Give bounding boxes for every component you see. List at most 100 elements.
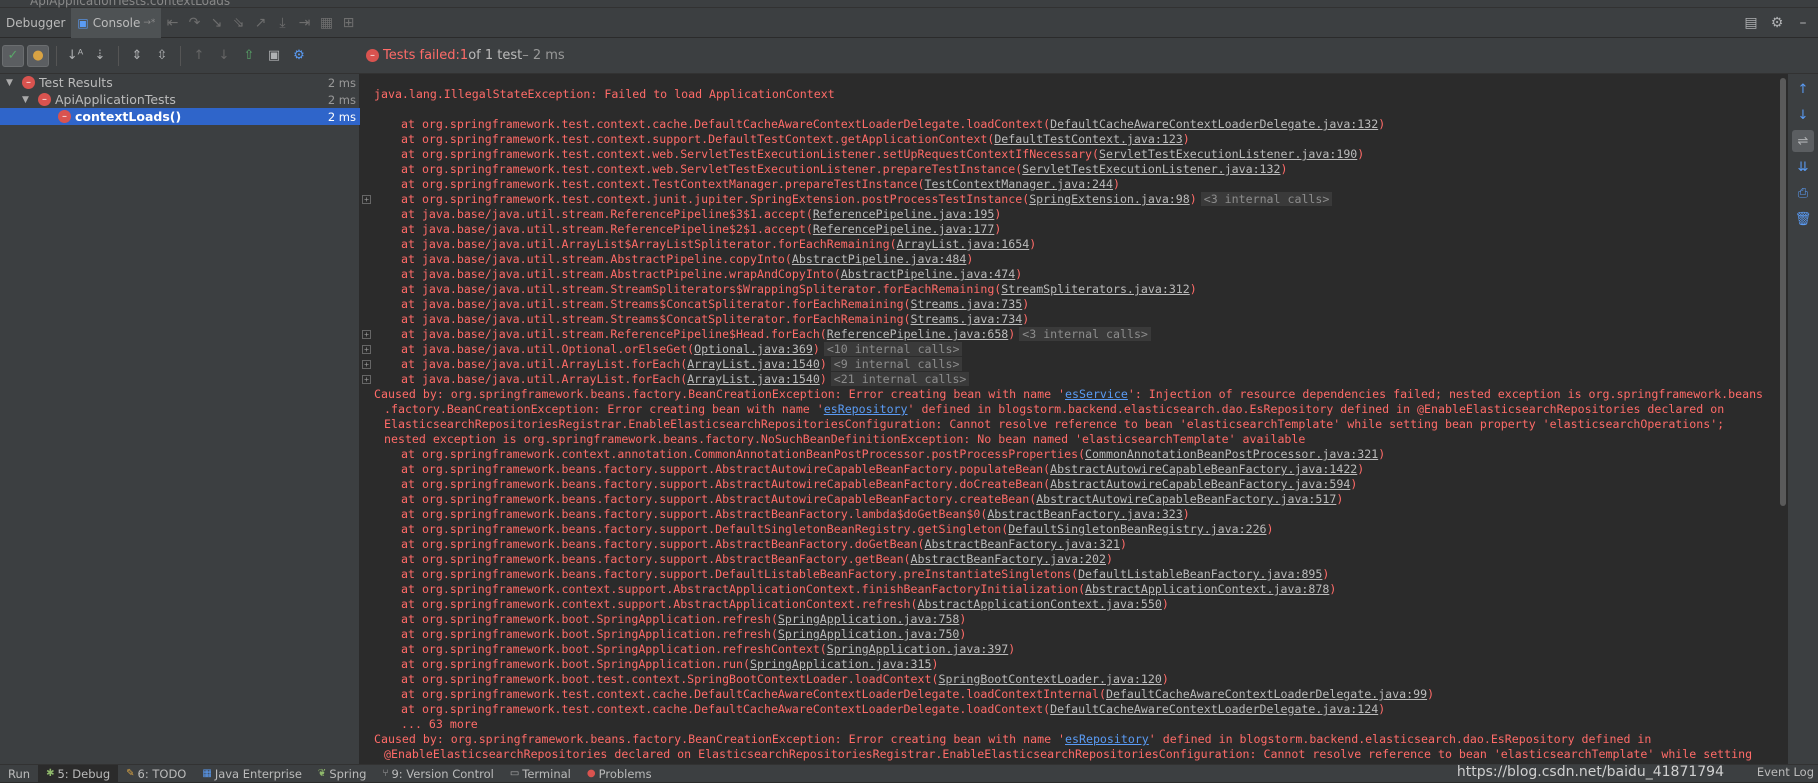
soft-wrap-icon[interactable]: ⇌ (1792, 130, 1814, 152)
force-step-into-icon[interactable]: ⇘ (227, 12, 249, 34)
fold-toggle-icon[interactable]: + (362, 375, 371, 384)
fold-toggle-icon[interactable]: + (362, 345, 371, 354)
source-file-link[interactable]: AbstractBeanFactory.java:202 (911, 552, 1106, 566)
export-results-button[interactable]: ⇧ (238, 45, 260, 67)
source-file-link[interactable]: StreamSpliterators.java:312 (1001, 282, 1189, 296)
show-ignored-button[interactable]: ● (27, 44, 49, 67)
source-file-link[interactable]: DefaultCacheAwareContextLoaderDelegate.j… (1106, 687, 1427, 701)
step-out-icon[interactable]: ↗ (249, 12, 271, 34)
source-file-link[interactable]: TestContextManager.java:244 (925, 177, 1113, 191)
sort-duration-button[interactable]: ⇣ (89, 45, 111, 67)
internal-calls-link[interactable]: <3 internal calls> (1200, 192, 1333, 206)
bottom-tab-run[interactable]: Run (0, 765, 38, 783)
source-file-link[interactable]: DefaultSingletonBeanRegistry.java:226 (1008, 522, 1266, 536)
tree-row-class[interactable]: ▼ – ApiApplicationTests 2 ms (0, 91, 360, 108)
source-file-link[interactable]: DefaultTestContext.java:123 (994, 132, 1182, 146)
source-file-link[interactable]: SpringApplication.java:397 (827, 642, 1008, 656)
trace-icon[interactable]: ⊞ (337, 12, 359, 34)
minimize-icon[interactable]: – (1792, 12, 1814, 34)
source-file-link[interactable]: ReferencePipeline.java:195 (813, 207, 994, 221)
source-file-link[interactable]: AbstractAutowireCapableBeanFactory.java:… (1036, 492, 1336, 506)
sort-alpha-button[interactable]: ↓ᴬ (64, 45, 86, 67)
event-log-button[interactable]: Event Log (1757, 765, 1814, 779)
source-file-link[interactable]: ReferencePipeline.java:658 (827, 327, 1008, 341)
bottom-tab-java-enterprise[interactable]: ▦ Java Enterprise (194, 765, 310, 783)
source-file-link[interactable]: AbstractApplicationContext.java:878 (1085, 582, 1329, 596)
source-file-link[interactable]: AbstractAutowireCapableBeanFactory.java:… (1050, 462, 1357, 476)
scrollbar-thumb[interactable] (1780, 78, 1786, 506)
run-to-cursor-icon[interactable]: ⇥ (293, 12, 315, 34)
console-scrollbar[interactable] (1778, 74, 1788, 764)
import-tests-button[interactable]: ▣ (263, 45, 285, 67)
bottom-tab-version-control[interactable]: ⑂ 9: Version Control (374, 765, 501, 783)
source-file-link[interactable]: ArrayList.java:1654 (897, 237, 1030, 251)
source-file-link[interactable]: SpringExtension.java:98 (1029, 192, 1190, 206)
evaluate-icon[interactable]: ▦ (315, 12, 337, 34)
tree-row-test-results[interactable]: ▼ – Test Results 2 ms (0, 74, 360, 91)
scroll-down-icon[interactable]: ↓ (1792, 104, 1814, 126)
source-file-link[interactable]: Streams.java:735 (911, 297, 1023, 311)
test-settings-button[interactable]: ⚙ (288, 45, 310, 67)
console-text: ) (1357, 147, 1365, 161)
source-file-link[interactable]: ServletTestExecutionListener.java:132 (1022, 162, 1280, 176)
bottom-tab-spring[interactable]: ❦ Spring (310, 765, 375, 783)
bottom-tab-debug[interactable]: ✱ 5: Debug (38, 764, 119, 783)
fold-toggle-icon[interactable]: + (362, 360, 371, 369)
source-file-link[interactable]: ArrayList.java:1540 (687, 372, 820, 386)
next-failed-button[interactable]: ↓ (213, 45, 235, 67)
source-file-link[interactable]: ServletTestExecutionListener.java:190 (1099, 147, 1357, 161)
source-file-link[interactable]: SpringApplication.java:315 (750, 657, 931, 671)
bean-name-link[interactable]: esRepository (824, 402, 908, 416)
expand-triangle-icon[interactable]: ▼ (6, 78, 18, 88)
print-icon[interactable]: ⎙ (1792, 182, 1814, 204)
source-file-link[interactable]: DefaultCacheAwareContextLoaderDelegate.j… (1050, 117, 1378, 131)
bean-name-link[interactable]: esService (1065, 387, 1128, 401)
source-file-link[interactable]: AbstractPipeline.java:474 (841, 267, 1016, 281)
source-file-link[interactable]: SpringApplication.java:750 (778, 627, 959, 641)
fold-toggle-icon[interactable]: + (362, 330, 371, 339)
console-output[interactable]: java.lang.IllegalStateException: Failed … (360, 74, 1778, 764)
stack-frame-line: at java.base/java.util.stream.ReferenceP… (360, 207, 1778, 222)
step-over-icon[interactable]: ↷ (183, 12, 205, 34)
source-file-link[interactable]: ArrayList.java:1540 (687, 357, 820, 371)
fold-toggle-icon[interactable]: + (362, 195, 371, 204)
drop-frame-icon[interactable]: ⤓ (271, 12, 293, 34)
previous-failed-button[interactable]: ↑ (188, 45, 210, 67)
source-file-link[interactable]: AbstractApplicationContext.java:550 (918, 597, 1162, 611)
bean-name-link[interactable]: esRepository (1065, 732, 1149, 746)
tree-row-method[interactable]: – contextLoads() 2 ms (0, 108, 360, 125)
source-file-link[interactable]: DefaultListableBeanFactory.java:895 (1078, 567, 1322, 581)
bottom-tab-problems[interactable]: ● Problems (579, 765, 660, 783)
internal-calls-link[interactable]: <10 internal calls> (823, 342, 963, 356)
source-file-link[interactable]: CommonAnnotationBeanPostProcessor.java:3… (1085, 447, 1378, 461)
step-into-icon[interactable]: ↘ (205, 12, 227, 34)
expand-all-button[interactable]: ⇕ (126, 45, 148, 67)
internal-calls-link[interactable]: <3 internal calls> (1019, 327, 1151, 341)
internal-calls-link[interactable]: <9 internal calls> (830, 357, 963, 371)
tab-console[interactable]: ▣ Console →* (71, 7, 162, 38)
internal-calls-link[interactable]: <21 internal calls> (830, 372, 970, 386)
scroll-up-icon[interactable]: ↑ (1792, 78, 1814, 100)
source-file-link[interactable]: AbstractBeanFactory.java:323 (987, 507, 1182, 521)
console-text: at java.base/java.util.stream.AbstractPi… (401, 267, 841, 281)
collapse-all-button[interactable]: ⇳ (151, 45, 173, 67)
trash-icon[interactable]: 🗑 (1792, 208, 1814, 230)
source-file-link[interactable]: ReferencePipeline.java:177 (813, 222, 994, 236)
show-execution-point-icon[interactable]: ⇤ (161, 12, 183, 34)
source-file-link[interactable]: AbstractBeanFactory.java:321 (925, 537, 1120, 551)
bottom-tab-todo[interactable]: ✎ 6: TODO (118, 765, 194, 783)
source-file-link[interactable]: SpringBootContextLoader.java:120 (938, 672, 1161, 686)
show-passed-button[interactable]: ✓ (2, 44, 24, 67)
source-file-link[interactable]: Optional.java:369 (694, 342, 813, 356)
bottom-tab-terminal[interactable]: ▭ Terminal (502, 765, 579, 783)
source-file-link[interactable]: AbstractPipeline.java:484 (792, 252, 967, 266)
layout-icon[interactable]: ▤ (1740, 12, 1762, 34)
settings-icon[interactable]: ⚙ (1766, 12, 1788, 34)
tab-debugger[interactable]: Debugger (0, 8, 71, 38)
expand-triangle-icon[interactable]: ▼ (22, 95, 34, 105)
scroll-to-end-icon[interactable]: ⇊ (1792, 156, 1814, 178)
source-file-link[interactable]: SpringApplication.java:758 (778, 612, 959, 626)
source-file-link[interactable]: DefaultCacheAwareContextLoaderDelegate.j… (1050, 702, 1378, 716)
source-file-link[interactable]: AbstractAutowireCapableBeanFactory.java:… (1050, 477, 1350, 491)
source-file-link[interactable]: Streams.java:734 (911, 312, 1023, 326)
